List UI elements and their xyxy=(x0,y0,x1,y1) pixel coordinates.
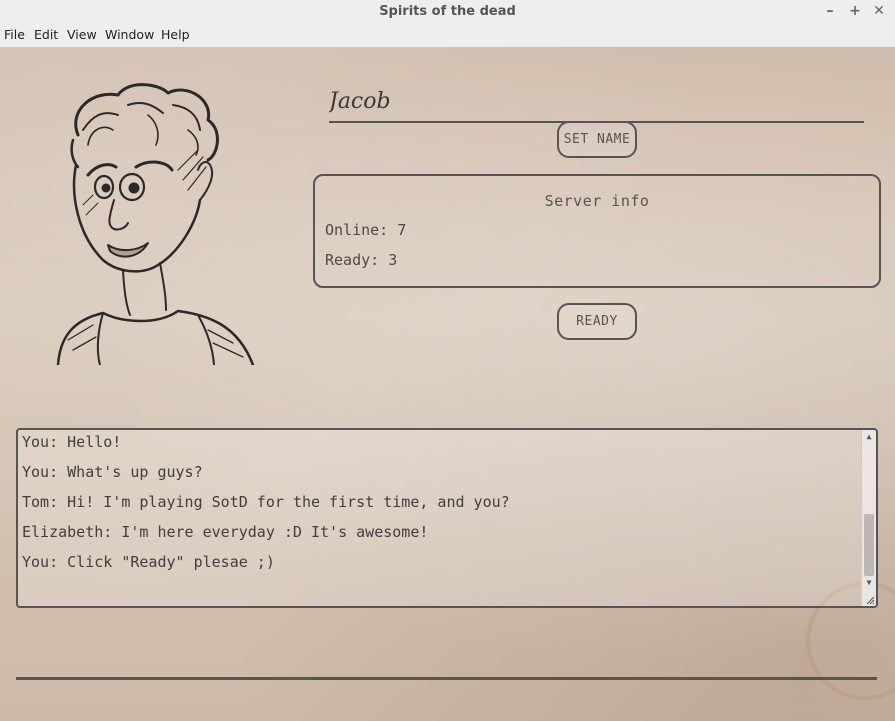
chat-lines: You: Hello! You: What's up guys? Tom: Hi… xyxy=(22,430,856,577)
minimize-button[interactable]: – xyxy=(821,2,839,20)
close-button[interactable]: ✕ xyxy=(870,2,888,20)
menu-file[interactable]: File xyxy=(4,27,25,42)
server-info-panel: Server info Online: 7 Ready: 3 xyxy=(313,174,881,288)
menu-view[interactable]: View xyxy=(67,27,97,42)
window-title: Spirits of the dead xyxy=(379,4,516,19)
menu-help[interactable]: Help xyxy=(161,27,190,42)
sketch-portrait-icon xyxy=(56,83,255,365)
chat-message: Elizabeth: I'm here everyday :D It's awe… xyxy=(22,523,429,541)
chat-message: You: What's up guys? xyxy=(22,463,203,481)
chat-message: You: Hello! xyxy=(22,433,122,451)
scroll-up-icon[interactable]: ▲ xyxy=(862,430,876,444)
player-name-input[interactable] xyxy=(329,81,864,123)
chat-input-line[interactable] xyxy=(16,677,877,680)
scroll-down-icon[interactable]: ▼ xyxy=(862,576,876,590)
server-info-title: Server info xyxy=(544,192,650,210)
chat-message: Tom: Hi! I'm playing SotD for the first … xyxy=(22,493,510,511)
chat-log[interactable]: You: Hello! You: What's up guys? Tom: Hi… xyxy=(16,428,878,608)
chat-message: You: Click "Ready" plesae ;) xyxy=(22,553,275,571)
title-bar: Spirits of the dead – + ✕ xyxy=(0,0,895,24)
scroll-thumb[interactable] xyxy=(864,514,874,576)
ready-count: Ready: 3 xyxy=(325,251,398,269)
lobby-panel: SET NAME Server info Online: 7 Ready: 3 … xyxy=(0,47,895,721)
ready-button[interactable]: READY xyxy=(557,303,637,340)
online-count: Online: 7 xyxy=(325,221,407,239)
chat-scrollbar[interactable]: ▲ ▼ xyxy=(861,430,876,606)
menu-edit[interactable]: Edit xyxy=(34,27,58,42)
resize-grip-icon[interactable] xyxy=(865,595,875,605)
set-name-button[interactable]: SET NAME xyxy=(557,121,637,158)
menu-bar: File Edit View Window Help xyxy=(0,24,895,47)
menu-window[interactable]: Window xyxy=(105,27,154,42)
maximize-button[interactable]: + xyxy=(846,2,864,20)
